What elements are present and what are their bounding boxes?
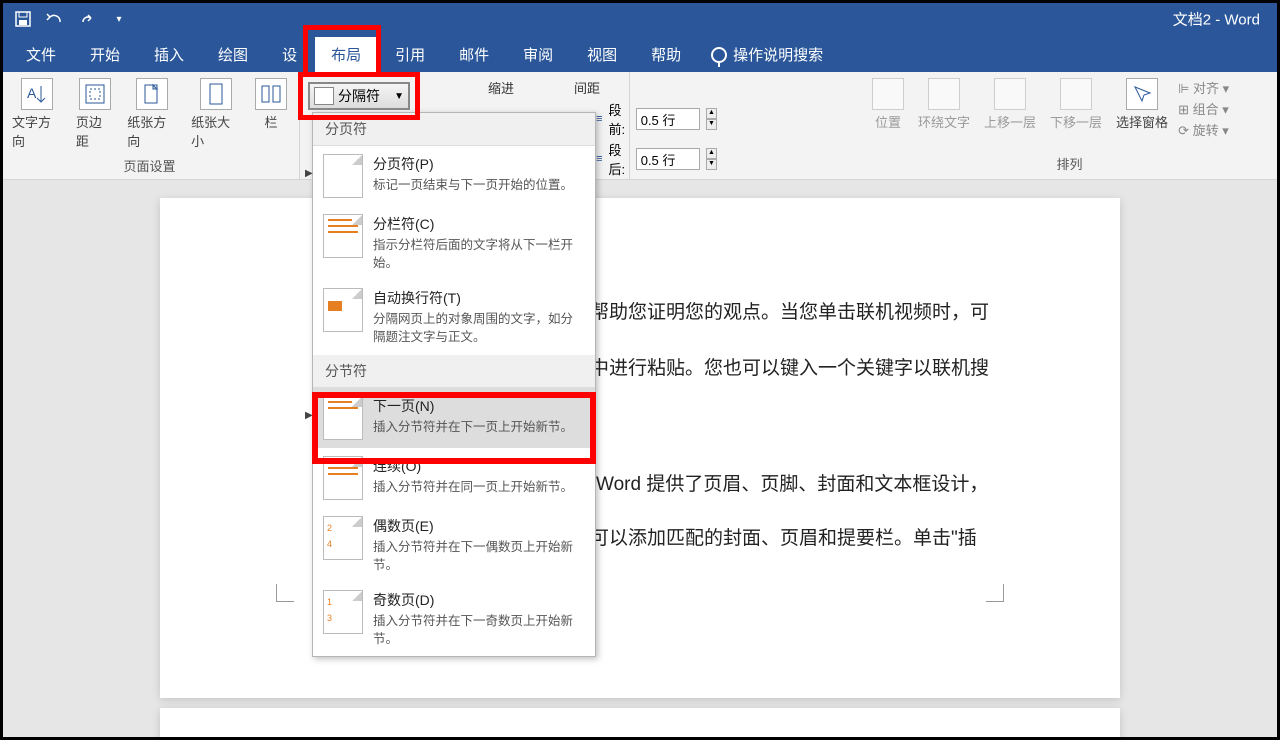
tab-review[interactable]: 审阅 <box>507 37 569 72</box>
forward-icon <box>994 78 1026 110</box>
arrange-label: 排列 <box>868 150 1271 179</box>
document-area: 帮助您证明您的观点。当您单击联机视频时，可 中进行粘贴。您也可以键入一个关键字以… <box>0 180 1280 740</box>
size-button[interactable]: 纸张大小 <box>187 76 245 152</box>
menu-continuous[interactable]: 连续(O)插入分节符并在同一页上开始新节。 <box>313 448 595 508</box>
tab-design[interactable]: 设 <box>266 37 313 72</box>
menu-odd-page[interactable]: 13 奇数页(D)插入分节符并在下一奇数页上开始新节。 <box>313 582 595 656</box>
tab-file[interactable]: 文件 <box>10 37 72 72</box>
margin-corner <box>276 584 294 602</box>
tab-view[interactable]: 视图 <box>571 37 633 72</box>
doc-line-1: 帮助您证明您的观点。当您单击联机视频时，可 <box>590 298 989 328</box>
even-page-icon: 24 <box>323 516 363 560</box>
text-direction-button[interactable]: A 文字方向 <box>8 76 66 152</box>
chevron-down-icon: ▼ <box>394 91 404 102</box>
tab-draw[interactable]: 绘图 <box>202 37 264 72</box>
title-bar: ▾ 文档2 - Word <box>0 0 1280 38</box>
page-break-icon <box>323 154 363 198</box>
group-arrange: 位置 环绕文字 上移一层 下移一层 选择窗格 ⊫ 对齐 ▾ ⊞ 组合 ▾ ⟳ 旋… <box>860 72 1280 179</box>
wrap-icon <box>928 78 960 110</box>
undo-button[interactable] <box>42 6 68 32</box>
qat-customize[interactable]: ▾ <box>106 6 132 32</box>
menu-next-page[interactable]: ▶ 下一页(N)插入分节符并在下一页上开始新节。 <box>313 388 595 448</box>
text-direction-icon: A <box>21 78 53 110</box>
menu-page-break[interactable]: ▶ 分页符(P)标记一页结束与下一页开始的位置。 <box>313 146 595 206</box>
quick-access-toolbar: ▾ <box>0 6 142 32</box>
tab-references[interactable]: 引用 <box>379 37 441 72</box>
position-button: 位置 <box>868 76 908 133</box>
tab-layout[interactable]: 布局 <box>315 37 377 72</box>
tab-help[interactable]: 帮助 <box>635 37 697 72</box>
submenu-arrow-icon: ▶ <box>305 410 313 422</box>
svg-text:A: A <box>27 85 37 101</box>
column-break-icon <box>323 214 363 258</box>
orientation-button[interactable]: 纸张方向 <box>123 76 181 152</box>
tab-home[interactable]: 开始 <box>74 37 136 72</box>
align-button: ⊫ 对齐 ▾ <box>1178 78 1229 97</box>
text-wrap-icon <box>323 288 363 332</box>
tab-insert[interactable]: 插入 <box>138 37 200 72</box>
breaks-dropdown-menu: 分页符 ▶ 分页符(P)标记一页结束与下一页开始的位置。 分栏符(C)指示分栏符… <box>312 112 596 657</box>
save-button[interactable] <box>10 6 36 32</box>
margins-button[interactable]: 页边距 <box>72 76 117 152</box>
document-page-2[interactable] <box>160 708 1120 740</box>
forward-button: 上移一层 <box>980 76 1040 133</box>
spin-down[interactable]: ▼ <box>706 159 717 170</box>
indent-header: 缩进 <box>488 76 514 99</box>
ribbon-tabs: 文件 开始 插入 绘图 设 布局 引用 邮件 审阅 视图 帮助 操作说明搜索 <box>0 38 1280 72</box>
tab-mailings[interactable]: 邮件 <box>443 37 505 72</box>
margins-icon <box>79 78 111 110</box>
selection-icon <box>1126 78 1158 110</box>
wrap-button: 环绕文字 <box>914 76 974 133</box>
breaks-icon <box>314 87 334 105</box>
spacing-after-input[interactable] <box>636 148 700 170</box>
submenu-arrow-icon: ▶ <box>305 168 313 180</box>
spin-up[interactable]: ▲ <box>706 148 717 159</box>
tell-me-search[interactable]: 操作说明搜索 <box>699 37 835 72</box>
menu-even-page[interactable]: 24 偶数页(E)插入分节符并在下一偶数页上开始新节。 <box>313 508 595 582</box>
spacing-before-input[interactable] <box>636 108 700 130</box>
document-page-1[interactable]: 帮助您证明您的观点。当您单击联机视频时，可 中进行粘贴。您也可以键入一个关键字以… <box>160 198 1120 698</box>
orientation-icon <box>136 78 168 110</box>
spin-up[interactable]: ▲ <box>706 108 717 119</box>
columns-button[interactable]: 栏 <box>251 76 291 133</box>
menu-column-break[interactable]: 分栏符(C)指示分栏符后面的文字将从下一栏开始。 <box>313 206 595 280</box>
dropdown-section-page-breaks: 分页符 <box>313 113 595 146</box>
position-icon <box>872 78 904 110</box>
doc-line-2: 中进行粘贴。您也可以键入一个关键字以联机搜 <box>590 354 989 384</box>
odd-page-icon: 13 <box>323 590 363 634</box>
spin-down[interactable]: ▼ <box>706 119 717 130</box>
menu-text-wrapping[interactable]: 自动换行符(T)分隔网页上的对象周围的文字，如分隔题注文字与正文。 <box>313 280 595 354</box>
spacing-before-label: 段前: <box>609 100 630 138</box>
dropdown-section-section-breaks: 分节符 <box>313 355 595 388</box>
size-icon <box>200 78 232 110</box>
group-page-setup: A 文字方向 页边距 纸张方向 纸张大小 栏 页面设置 <box>0 72 300 179</box>
ribbon: A 文字方向 页边距 纸张方向 纸张大小 栏 页面设置 缩进 <box>0 72 1280 180</box>
next-page-icon <box>323 396 363 440</box>
bulb-icon <box>711 47 727 63</box>
doc-line-3: Word 提供了页眉、页脚、封面和文本框设计， <box>596 470 988 500</box>
rotate-button: ⟳ 旋转 ▾ <box>1178 120 1229 139</box>
spacing-header: 间距 <box>574 76 600 99</box>
continuous-icon <box>323 456 363 500</box>
backward-icon <box>1060 78 1092 110</box>
redo-button[interactable] <box>74 6 100 32</box>
tell-me-label: 操作说明搜索 <box>733 44 823 65</box>
margin-corner <box>986 584 1004 602</box>
window-title: 文档2 - Word <box>1173 9 1260 30</box>
columns-icon <box>255 78 287 110</box>
breaks-dropdown-button[interactable]: 分隔符 ▼ <box>308 82 410 110</box>
backward-button: 下移一层 <box>1046 76 1106 133</box>
group-button: ⊞ 组合 ▾ <box>1178 99 1229 118</box>
page-setup-label: 页面设置 <box>8 152 291 181</box>
doc-line-4: 可以添加匹配的封面、页眉和提要栏。单击"插 <box>590 524 977 554</box>
selection-pane-button[interactable]: 选择窗格 <box>1112 76 1172 133</box>
